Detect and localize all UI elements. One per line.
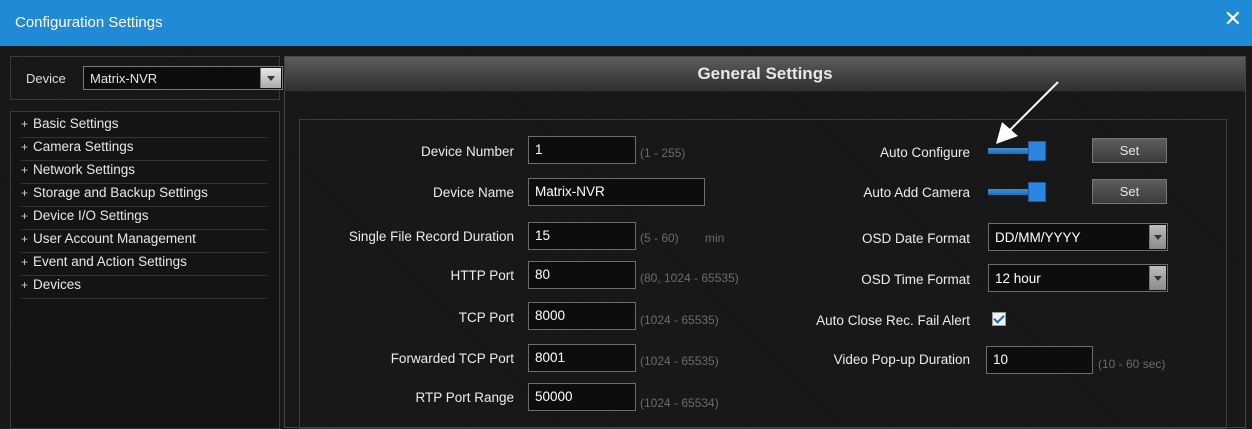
- tree-item-label: Basic Settings: [33, 116, 119, 131]
- tree-item-device-io-settings[interactable]: + Device I/O Settings: [21, 208, 267, 230]
- tree-item-label: Camera Settings: [33, 139, 134, 154]
- tree-item-label: Storage and Backup Settings: [33, 185, 208, 200]
- auto-configure-set-button[interactable]: Set: [1092, 138, 1167, 163]
- device-name-input[interactable]: Matrix-NVR: [528, 178, 705, 206]
- chevron-down-icon[interactable]: [1149, 225, 1166, 249]
- expand-plus-icon: +: [21, 209, 29, 223]
- tree-item-label: Devices: [33, 277, 82, 292]
- sidebar: Device Matrix-NVR + Basic Settings + Camer…: [10, 56, 283, 429]
- tree-item-camera-settings[interactable]: + Camera Settings: [21, 139, 267, 161]
- expand-plus-icon: +: [21, 278, 29, 292]
- rtp-port-range-label: RTP Port Range: [415, 390, 514, 405]
- expand-plus-icon: +: [21, 117, 29, 131]
- record-duration-input[interactable]: 15: [528, 222, 636, 250]
- tree-item-label: Network Settings: [33, 162, 136, 177]
- annotation-arrow-icon: [996, 81, 1059, 144]
- http-port-input[interactable]: 80: [528, 261, 636, 289]
- settings-tree: + Basic Settings + Camera Settings + Networ…: [10, 111, 280, 429]
- tcp-port-label: TCP Port: [458, 310, 514, 325]
- osd-date-format-select[interactable]: DD/MM/YYYY: [988, 223, 1168, 251]
- http-port-hint: (80, 1024 - 65535): [640, 271, 739, 285]
- auto-close-alert-label: Auto Close Rec. Fail Alert: [816, 313, 970, 328]
- device-number-input[interactable]: 1: [528, 136, 636, 164]
- osd-time-format-value: 12 hour: [995, 271, 1041, 286]
- video-popup-duration-hint: (10 - 60 sec): [1098, 357, 1166, 371]
- section-header: General Settings: [285, 57, 1245, 92]
- osd-time-format-label: OSD Time Format: [861, 272, 970, 287]
- tree-item-label: Event and Action Settings: [33, 254, 187, 269]
- expand-plus-icon: +: [21, 255, 29, 269]
- auto-add-camera-toggle[interactable]: [988, 182, 1048, 202]
- auto-configure-label: Auto Configure: [879, 145, 970, 160]
- expand-plus-icon: +: [21, 163, 29, 177]
- record-duration-unit: min: [705, 231, 725, 245]
- forwarded-tcp-port-input[interactable]: 8001: [528, 344, 636, 372]
- title-bar: Configuration Settings ✕: [0, 0, 1252, 46]
- tree-item-network-settings[interactable]: + Network Settings: [21, 162, 267, 184]
- osd-date-format-label: OSD Date Format: [861, 231, 970, 246]
- tree-item-storage-backup-settings[interactable]: + Storage and Backup Settings: [21, 185, 267, 207]
- video-popup-duration-label: Video Pop-up Duration: [833, 352, 970, 367]
- osd-date-format-value: DD/MM/YYYY: [995, 230, 1081, 245]
- slider-thumb[interactable]: [1028, 182, 1046, 202]
- tree-item-event-action-settings[interactable]: + Event and Action Settings: [21, 254, 267, 276]
- osd-time-format-select[interactable]: 12 hour: [988, 264, 1168, 292]
- expand-plus-icon: +: [21, 140, 29, 154]
- page-title: General Settings: [697, 64, 833, 83]
- record-duration-label: Single File Record Duration: [348, 229, 514, 244]
- device-number-label: Device Number: [420, 144, 514, 159]
- auto-close-alert-checkbox[interactable]: [992, 312, 1006, 326]
- chevron-down-icon[interactable]: [260, 68, 281, 88]
- device-name-label: Device Name: [432, 185, 514, 200]
- auto-add-camera-label: Auto Add Camera: [863, 185, 970, 200]
- tree-item-devices[interactable]: + Devices: [21, 277, 267, 299]
- device-select-value: Matrix-NVR: [90, 71, 158, 86]
- forwarded-tcp-port-label: Forwarded TCP Port: [390, 351, 514, 366]
- rtp-port-range-hint: (1024 - 65534): [640, 396, 719, 410]
- device-label: Device: [26, 71, 66, 86]
- close-icon[interactable]: ✕: [1224, 8, 1242, 30]
- tree-item-label: User Account Management: [33, 231, 196, 246]
- tree-item-user-account-management[interactable]: + User Account Management: [21, 231, 267, 253]
- chevron-down-icon[interactable]: [1149, 266, 1166, 290]
- tcp-port-input[interactable]: 8000: [528, 302, 636, 330]
- expand-plus-icon: +: [21, 232, 29, 246]
- http-port-label: HTTP Port: [450, 268, 514, 283]
- expand-plus-icon: +: [21, 186, 29, 200]
- tree-item-label: Device I/O Settings: [33, 208, 149, 223]
- device-number-hint: (1 - 255): [640, 146, 686, 160]
- window-title: Configuration Settings: [15, 14, 163, 31]
- tree-item-basic-settings[interactable]: + Basic Settings: [21, 116, 267, 138]
- auto-add-camera-set-button[interactable]: Set: [1092, 179, 1167, 204]
- device-select[interactable]: Matrix-NVR: [83, 66, 283, 90]
- device-selector-row: Device Matrix-NVR: [10, 56, 283, 100]
- video-popup-duration-input[interactable]: 10: [986, 346, 1093, 374]
- rtp-port-range-input[interactable]: 50000: [528, 383, 636, 411]
- record-duration-hint: (5 - 60): [640, 231, 679, 245]
- tcp-port-hint: (1024 - 65535): [640, 313, 719, 327]
- forwarded-tcp-port-hint: (1024 - 65535): [640, 354, 719, 368]
